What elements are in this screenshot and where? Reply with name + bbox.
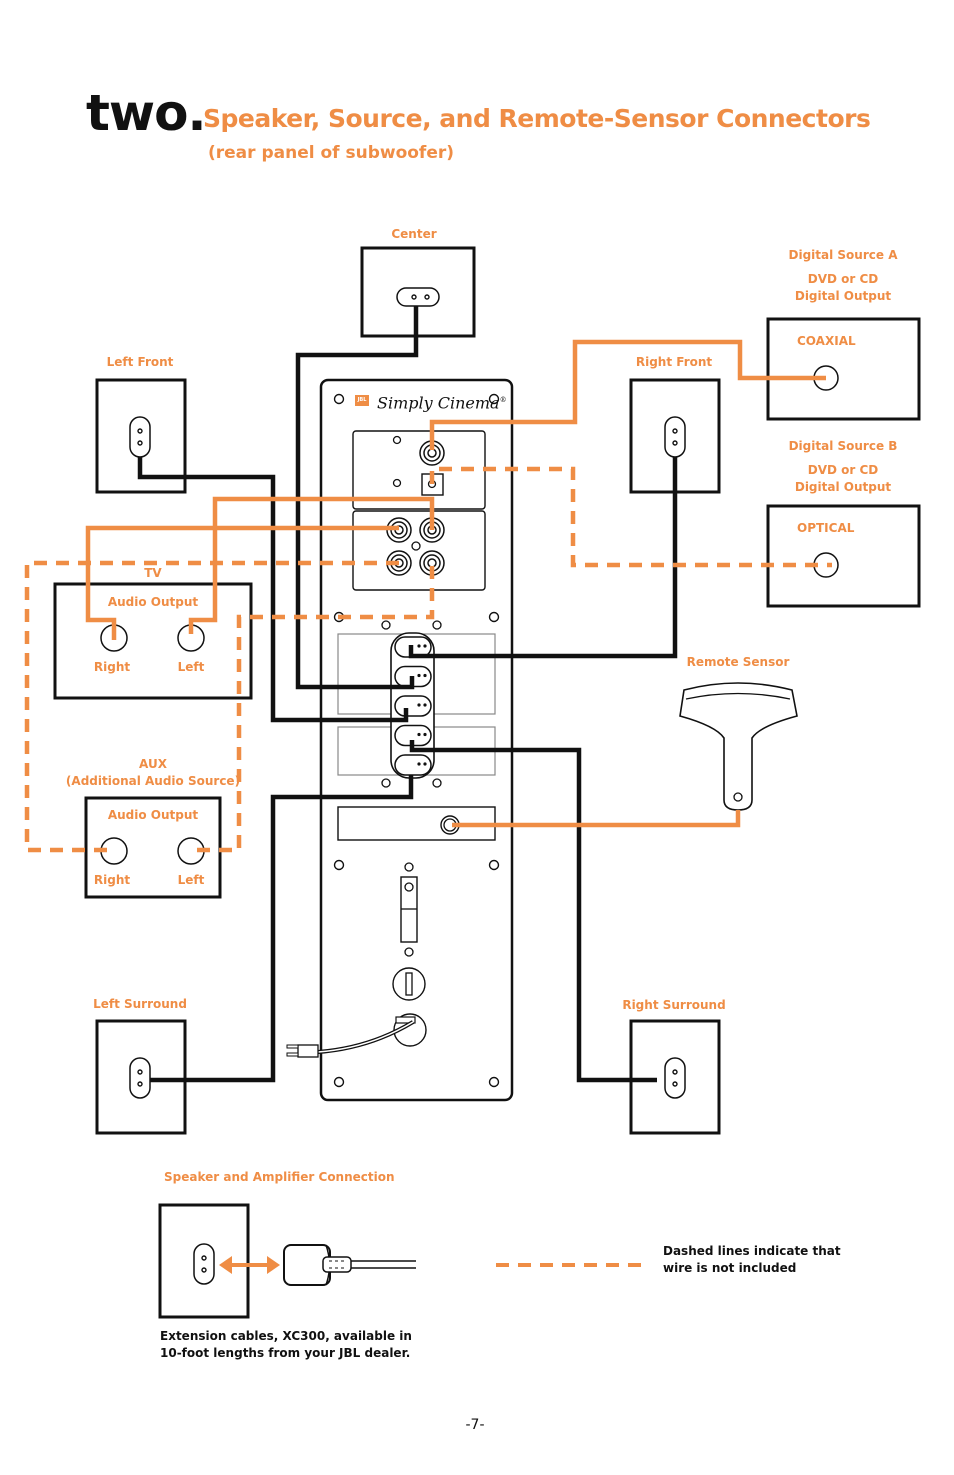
left-surround-label: Left Surround bbox=[93, 997, 187, 1011]
aux-left-label: Left bbox=[177, 873, 205, 887]
optical-label: OPTICAL bbox=[797, 521, 855, 535]
page-number: -7- bbox=[465, 1417, 485, 1433]
right-surround-label: Right Surround bbox=[622, 998, 726, 1012]
center-label: Center bbox=[391, 227, 437, 241]
speaker-plug-icon bbox=[283, 1244, 416, 1286]
speaker-amp-connection-title: Speaker and Amplifier Connection bbox=[164, 1170, 395, 1184]
right-surround-speaker bbox=[629, 1019, 721, 1135]
extension-note-line1: Extension cables, XC300, available in bbox=[160, 1329, 412, 1343]
speaker-output-terminal bbox=[394, 695, 432, 717]
aux-subtitle: (Additional Audio Source) bbox=[65, 774, 241, 788]
right-surround-terminal bbox=[664, 1057, 686, 1099]
digital-source-b-line2: Digital Output bbox=[794, 480, 892, 494]
tv-audio-output-label: Audio Output bbox=[107, 595, 199, 609]
left-front-terminal bbox=[129, 416, 151, 458]
brand-logo: Simply Cinema® bbox=[377, 389, 507, 414]
left-front-label: Left Front bbox=[106, 355, 174, 369]
left-surround-speaker bbox=[95, 1019, 187, 1135]
tv-title: TV bbox=[144, 566, 162, 580]
legend-terminal bbox=[193, 1243, 215, 1285]
digital-source-a-line1: DVD or CD bbox=[807, 272, 879, 286]
tv-left-label: Left bbox=[177, 660, 205, 674]
brand-name: Simply Cinema bbox=[377, 393, 500, 413]
remote-sensor bbox=[679, 682, 798, 811]
jbl-badge: JBL bbox=[355, 395, 369, 406]
power-plug bbox=[286, 1044, 319, 1058]
speaker-amp-legend bbox=[158, 1203, 416, 1319]
digital-source-b-title: Digital Source B bbox=[788, 439, 898, 453]
aux-title: AUX bbox=[139, 757, 167, 771]
coaxial-label: COAXIAL bbox=[797, 334, 856, 348]
remote-sensor-label: Remote Sensor bbox=[686, 655, 790, 669]
aux-right-label: Right bbox=[93, 873, 131, 887]
aux-audio-output-label: Audio Output bbox=[107, 808, 199, 822]
digital-source-a-title: Digital Source A bbox=[788, 248, 898, 262]
right-front-terminal bbox=[664, 416, 686, 458]
digital-source-b-line1: DVD or CD bbox=[807, 463, 879, 477]
center-terminal bbox=[396, 287, 440, 307]
dashed-note-line2: wire is not included bbox=[663, 1261, 797, 1275]
speaker-output-terminal bbox=[394, 754, 432, 776]
registered-mark: ® bbox=[499, 396, 507, 404]
extension-note-line2: 10-foot lengths from your JBL dealer. bbox=[160, 1346, 411, 1360]
tv-right-label: Right bbox=[93, 660, 131, 674]
left-surround-terminal bbox=[129, 1057, 151, 1099]
subwoofer-rear-panel bbox=[286, 378, 514, 1102]
dashed-note-line1: Dashed lines indicate that bbox=[663, 1244, 841, 1258]
right-front-label: Right Front bbox=[635, 355, 713, 369]
digital-source-a-line2: Digital Output bbox=[794, 289, 892, 303]
